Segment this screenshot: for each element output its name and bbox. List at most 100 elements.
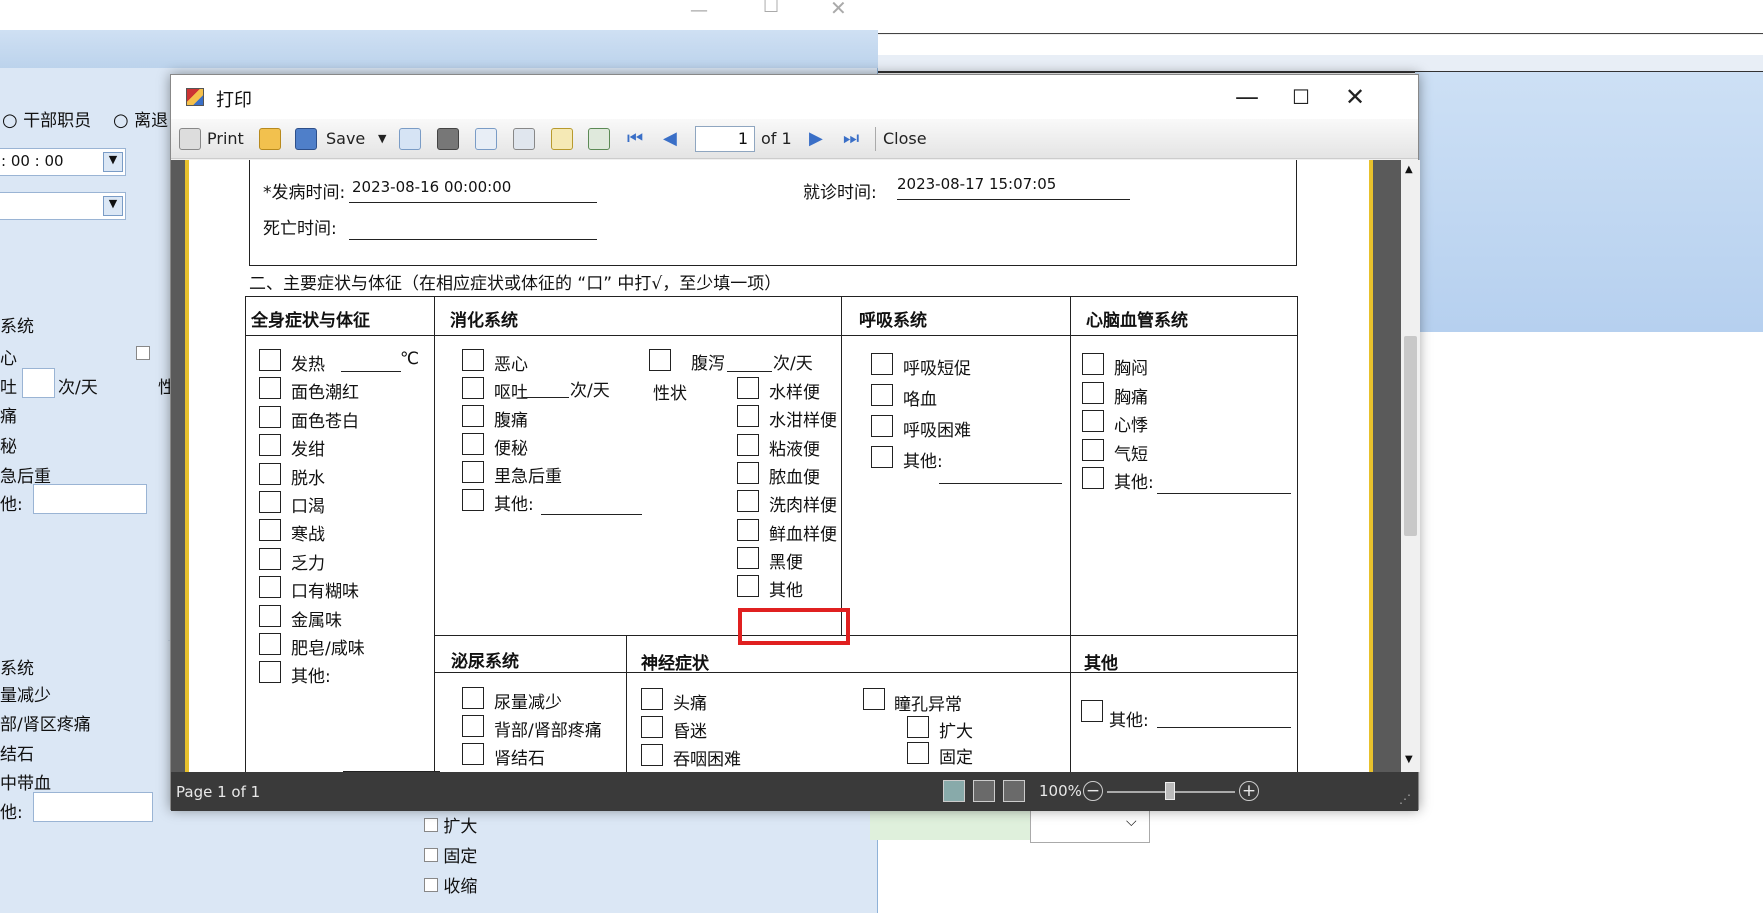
cardio-item-checkbox[interactable] xyxy=(1082,467,1104,489)
bg-cb-dilate[interactable]: 扩大 xyxy=(424,812,477,837)
resp-item-checkbox[interactable] xyxy=(871,446,893,468)
first-page-icon[interactable]: ⏮ xyxy=(627,127,643,151)
cardio-item-checkbox[interactable] xyxy=(1082,410,1104,432)
save-dropdown-icon[interactable]: ▼ xyxy=(378,127,386,151)
save-button[interactable]: Save xyxy=(326,127,365,151)
general-item-checkbox[interactable] xyxy=(259,405,281,428)
general-item-checkbox[interactable] xyxy=(259,576,281,599)
digestive-item-checkbox[interactable] xyxy=(462,377,484,399)
dilate-checkbox[interactable] xyxy=(907,716,929,738)
digestive-item-checkbox[interactable] xyxy=(462,461,484,483)
urinary-item-checkbox[interactable] xyxy=(462,687,484,709)
digestive-item-checkbox[interactable] xyxy=(462,405,484,427)
bg-checkbox[interactable] xyxy=(136,345,150,365)
next-page-icon[interactable]: ▶ xyxy=(809,127,823,151)
neuro-item-checkbox[interactable] xyxy=(641,688,663,710)
stool-item-checkbox[interactable] xyxy=(737,433,759,456)
email-icon[interactable] xyxy=(399,128,421,150)
bg-other-input[interactable] xyxy=(33,484,147,514)
time-dropdown-icon[interactable]: ▼ xyxy=(103,152,123,172)
stool-item-checkbox[interactable] xyxy=(737,546,759,569)
zoom-in-icon[interactable]: + xyxy=(1239,781,1259,801)
time-input[interactable]: : 00 : 00 ▼ xyxy=(0,148,126,176)
zoom-slider-thumb[interactable] xyxy=(1165,782,1175,800)
neuro-item-checkbox[interactable] xyxy=(641,716,663,738)
general-item-checkbox[interactable] xyxy=(259,633,281,655)
close-icon[interactable]: ✕ xyxy=(1332,81,1378,113)
maximize-icon[interactable]: ☐ xyxy=(1278,81,1324,113)
general-item-checkbox[interactable] xyxy=(259,491,281,513)
bg-cb-fixed[interactable]: 固定 xyxy=(424,842,477,867)
report-viewer[interactable]: *发病时间: 2023-08-16 00:00:00 就诊时间: 2023-08… xyxy=(171,160,1401,772)
bg-cb-shrink[interactable]: 收缩 xyxy=(424,872,477,897)
bg-select[interactable]: ▼ xyxy=(0,192,126,220)
page-setup-icon[interactable] xyxy=(475,128,497,150)
edit-icon[interactable] xyxy=(551,128,573,150)
cardio-item-checkbox[interactable] xyxy=(1082,381,1104,404)
zoom-out-icon[interactable]: − xyxy=(1083,781,1103,801)
bg-minimize-icon[interactable]: — xyxy=(690,0,708,21)
prev-page-icon[interactable]: ◀ xyxy=(663,127,677,151)
stool-item-checkbox[interactable] xyxy=(737,461,759,484)
urinary-item-checkbox[interactable] xyxy=(462,743,484,765)
resp-item-checkbox[interactable] xyxy=(871,384,893,406)
bg-other2-input[interactable] xyxy=(33,792,153,822)
open-folder-icon[interactable] xyxy=(259,128,281,150)
vertical-scrollbar[interactable]: ▲ ▼ xyxy=(1401,160,1420,772)
stool-item-checkbox[interactable] xyxy=(737,377,759,399)
bg-vomit-input[interactable] xyxy=(22,368,55,398)
diarrhea-checkbox[interactable] xyxy=(649,349,671,371)
resize-grip-icon[interactable]: ⋰ xyxy=(1399,792,1411,806)
scroll-up-icon[interactable]: ▲ xyxy=(1405,164,1413,175)
bg-close-icon[interactable]: ✕ xyxy=(830,0,847,20)
digestive-item-checkbox[interactable] xyxy=(462,489,484,511)
general-item-checkbox[interactable] xyxy=(259,661,281,684)
general-item-checkbox[interactable] xyxy=(259,519,281,542)
stool-item-checkbox[interactable] xyxy=(737,518,759,541)
scroll-down-icon[interactable]: ▼ xyxy=(1405,754,1413,765)
cardio-item-checkbox[interactable] xyxy=(1082,438,1104,461)
resp-item-checkbox[interactable] xyxy=(871,415,893,437)
resp-item-checkbox[interactable] xyxy=(871,353,893,375)
neuro-item-checkbox[interactable] xyxy=(641,744,663,766)
settings-icon[interactable] xyxy=(513,128,535,150)
pupil-checkbox[interactable] xyxy=(863,688,885,710)
last-page-icon[interactable]: ⏭ xyxy=(843,127,859,151)
fixed-checkbox[interactable] xyxy=(907,742,929,764)
view-multi-icon[interactable] xyxy=(1003,780,1025,802)
export-icon[interactable] xyxy=(588,128,610,150)
save-disk-icon[interactable] xyxy=(295,128,317,150)
urinary-item-checkbox[interactable] xyxy=(462,715,484,737)
right-splitter[interactable] xyxy=(878,55,1763,73)
minimize-icon[interactable]: — xyxy=(1224,81,1270,113)
other-checkbox[interactable] xyxy=(1081,700,1103,722)
general-item-checkbox[interactable] xyxy=(259,547,281,570)
general-item-checkbox[interactable] xyxy=(259,434,281,457)
stool-item-checkbox[interactable] xyxy=(737,490,759,513)
general-item-checkbox[interactable] xyxy=(259,377,281,400)
diarrhea-unit: 次/天 xyxy=(773,354,813,374)
digestive-item-checkbox[interactable] xyxy=(462,433,484,455)
radio-retired[interactable]: ○ 离退 xyxy=(113,106,168,131)
general-item-checkbox[interactable] xyxy=(259,604,281,627)
dialog-titlebar[interactable]: 打印 — ☐ ✕ xyxy=(171,75,1418,119)
view-single-icon[interactable] xyxy=(943,780,965,802)
bg-maximize-icon[interactable]: ☐ xyxy=(763,0,779,17)
cardio-item-checkbox[interactable] xyxy=(1082,353,1104,375)
general-item-checkbox[interactable] xyxy=(259,462,281,485)
printer-icon[interactable] xyxy=(179,128,201,150)
select-dropdown-icon[interactable]: ▼ xyxy=(103,196,123,216)
stool-item-checkbox[interactable] xyxy=(737,575,759,598)
close-button[interactable]: Close xyxy=(883,127,927,151)
scroll-thumb[interactable] xyxy=(1404,336,1417,536)
general-item-label: 发绀 xyxy=(291,440,325,461)
general-item-checkbox[interactable] xyxy=(259,349,281,371)
find-binoculars-icon[interactable] xyxy=(437,128,459,150)
stool-item-checkbox[interactable] xyxy=(737,405,759,428)
bg-vomit-unit: 次/天 xyxy=(58,378,98,398)
radio-cadre[interactable]: ○ 干部职员 xyxy=(2,106,91,131)
page-number-input[interactable]: 1 xyxy=(695,126,755,152)
print-button[interactable]: Print xyxy=(207,127,244,151)
digestive-item-checkbox[interactable] xyxy=(462,349,484,371)
view-page-icon[interactable] xyxy=(973,780,995,802)
